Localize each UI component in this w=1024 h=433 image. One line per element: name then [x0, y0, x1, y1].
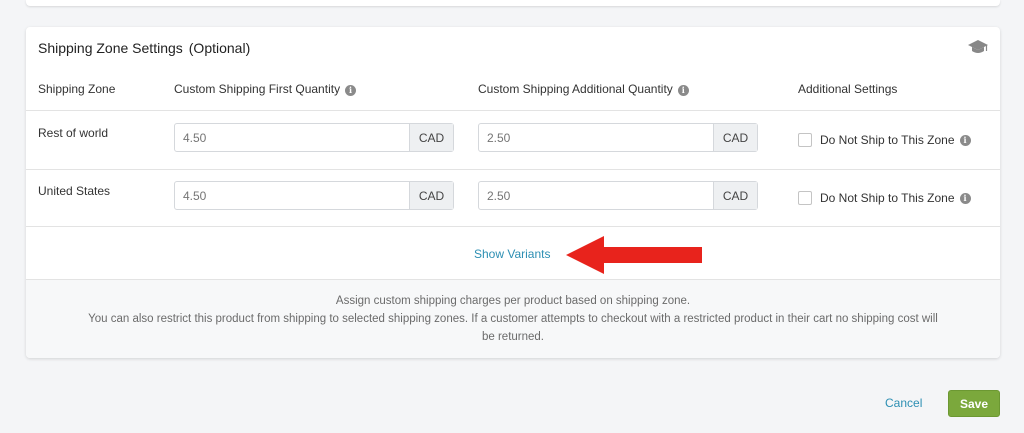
currency-addon: CAD [713, 182, 757, 209]
do-not-ship-label[interactable]: Do Not Ship to This Zone [820, 133, 955, 147]
divider [26, 110, 1000, 111]
do-not-ship-label[interactable]: Do Not Ship to This Zone [820, 191, 955, 205]
header-shipping-zone: Shipping Zone [38, 82, 116, 96]
section-title-text: Shipping Zone Settings [38, 40, 183, 56]
info-icon[interactable]: i [959, 134, 971, 146]
divider [26, 169, 1000, 170]
currency-addon: CAD [409, 182, 453, 209]
do-not-ship-checkbox[interactable] [798, 133, 812, 147]
currency-addon: CAD [409, 124, 453, 151]
currency-addon: CAD [713, 124, 757, 151]
help-text-line-1: Assign custom shipping charges per produ… [335, 295, 691, 307]
graduation-cap-icon[interactable] [968, 39, 988, 55]
first-quantity-input[interactable] [175, 182, 409, 209]
first-quantity-input[interactable] [175, 124, 409, 151]
divider [26, 226, 1000, 227]
do-not-ship-option-united-states: Do Not Ship to This Zone i [798, 191, 971, 205]
help-text-line-3: be returned. [481, 331, 544, 343]
do-not-ship-checkbox[interactable] [798, 191, 812, 205]
info-icon[interactable]: i [345, 85, 357, 96]
zone-name-united-states: United States [38, 184, 111, 198]
info-icon[interactable]: i [959, 192, 971, 204]
help-footer: Assign custom shipping charges per produ… [26, 279, 1000, 358]
first-quantity-field-united-states: CAD [174, 181, 454, 210]
zone-name-rest-of-world: Rest of world [38, 126, 109, 140]
help-text-line-2: You can also restrict this product from … [88, 313, 938, 325]
optional-label: (Optional) [188, 40, 251, 56]
do-not-ship-option-rest-of-world: Do Not Ship to This Zone i [798, 133, 971, 147]
show-variants-link[interactable]: Show Variants [474, 247, 550, 261]
header-first-quantity: Custom Shipping First Quantity i [174, 82, 357, 96]
previous-card [26, 0, 1000, 6]
shipping-zone-settings-card: Shipping Zone Settings (Optional) Shippin… [26, 27, 1000, 358]
additional-quantity-input[interactable] [479, 124, 713, 151]
additional-quantity-input[interactable] [479, 182, 713, 209]
info-icon[interactable]: i [677, 85, 689, 96]
red-arrow-annotation [566, 236, 702, 274]
header-additional-quantity: Custom Shipping Additional Quantity i [478, 82, 689, 96]
section-title: Shipping Zone Settings (Optional) [38, 40, 250, 56]
save-button[interactable]: Save [948, 390, 1000, 417]
cancel-button[interactable]: Cancel [885, 396, 922, 410]
additional-quantity-field-united-states: CAD [478, 181, 758, 210]
header-additional-settings: Additional Settings [798, 82, 898, 96]
first-quantity-field-rest-of-world: CAD [174, 123, 454, 152]
additional-quantity-field-rest-of-world: CAD [478, 123, 758, 152]
